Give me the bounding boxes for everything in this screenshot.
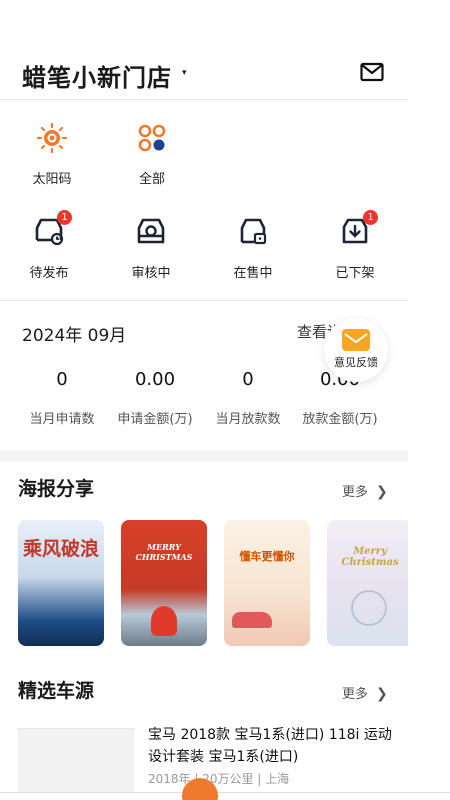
stat-caption: 当月申请数 [29,412,95,427]
status-on-sale[interactable]: 在售中 [208,210,298,281]
santa-figure [151,606,177,636]
stat-caption: 放款金额(万) [302,412,378,427]
listing-status-row: 1 待发布 审核中 在售中 1 已下架 [0,210,408,290]
quick-all[interactable]: 全部 [112,118,192,187]
poster-card[interactable]: 乘风破浪 [18,520,104,646]
stat-monthly-applications: 0 当月申请数 [12,369,112,427]
poster-card[interactable]: 懂车更懂你 [224,520,310,646]
status-label: 审核中 [131,266,171,281]
stat-value: 0.00 [134,369,176,390]
poster-carousel[interactable]: 乘风破浪 MERRY CHRISTMAS 懂车更懂你 Merry Christm… [18,520,408,646]
quick-actions: 太阳码 全部 [0,118,408,188]
stat-caption: 当月放款数 [215,412,281,427]
quick-label: 全部 [138,172,165,187]
bottom-tab-bar [0,792,450,800]
posters-more-link[interactable]: 更多 ❯ [342,481,388,500]
stat-value: 0 [56,369,68,390]
header: 蜡笔小新门店 ▾ [0,48,408,100]
snow-globe [351,590,387,626]
quick-sun-code[interactable]: 太阳码 [12,118,92,187]
poster-card[interactable]: MERRY CHRISTMAS [121,520,207,646]
cars-section-title: 精选车源 [18,680,95,702]
stats-month[interactable]: 2024年 09月 [22,321,126,346]
poster-text: 乘风破浪 [22,538,99,560]
store-name[interactable]: 蜡笔小新门店 [22,58,172,93]
car-illustration [232,612,272,628]
stat-value: 0 [242,369,254,390]
status-label: 待发布 [29,266,69,281]
poster-text: MERRY CHRISTMAS [135,542,193,562]
car-title: 宝马 2018款 宝马1系(进口) 118i 运动设计套装 宝马1系(进口) [148,727,392,765]
chevron-right-icon: ❯ [376,484,388,500]
car-meta: 2018年 | 20万公里 | 上海 [148,772,290,786]
status-in-review[interactable]: 审核中 [106,210,196,281]
envelope-icon [342,329,370,351]
posters-section-title: 海报分享 [18,478,95,500]
status-badge: 1 [363,210,378,225]
chevron-right-icon: ❯ [376,686,388,702]
mail-icon[interactable] [360,62,384,82]
status-off-shelf[interactable]: 1 已下架 [310,210,400,281]
store-switch-caret-icon[interactable]: ▾ [182,68,187,78]
stat-caption: 申请金额(万) [117,412,193,427]
more-label: 更多 [342,485,369,500]
car-onsale-icon [240,218,267,245]
car-review-icon [137,218,165,244]
feedback-label: 意见反馈 [334,356,378,369]
section-divider [0,450,408,462]
more-label: 更多 [342,687,369,702]
cars-more-link[interactable]: 更多 ❯ [342,683,388,702]
quick-label: 太阳码 [32,172,72,187]
stat-monthly-loans: 0 当月放款数 [198,369,298,427]
sun-code-icon [36,122,68,154]
status-badge: 1 [57,210,72,225]
poster-card[interactable]: Merry Christmas [327,520,408,646]
car-thumbnail [18,728,134,800]
status-label: 在售中 [233,266,273,281]
poster-text: 懂车更懂你 [239,550,295,563]
grid-all-icon [138,124,166,152]
status-label: 已下架 [335,266,375,281]
feedback-button[interactable]: 意见反馈 [324,318,388,382]
status-pending-publish[interactable]: 1 待发布 [4,210,94,281]
poster-text: Merry Christmas [341,546,399,568]
stat-application-amount: 0.00 申请金额(万) [105,369,205,427]
